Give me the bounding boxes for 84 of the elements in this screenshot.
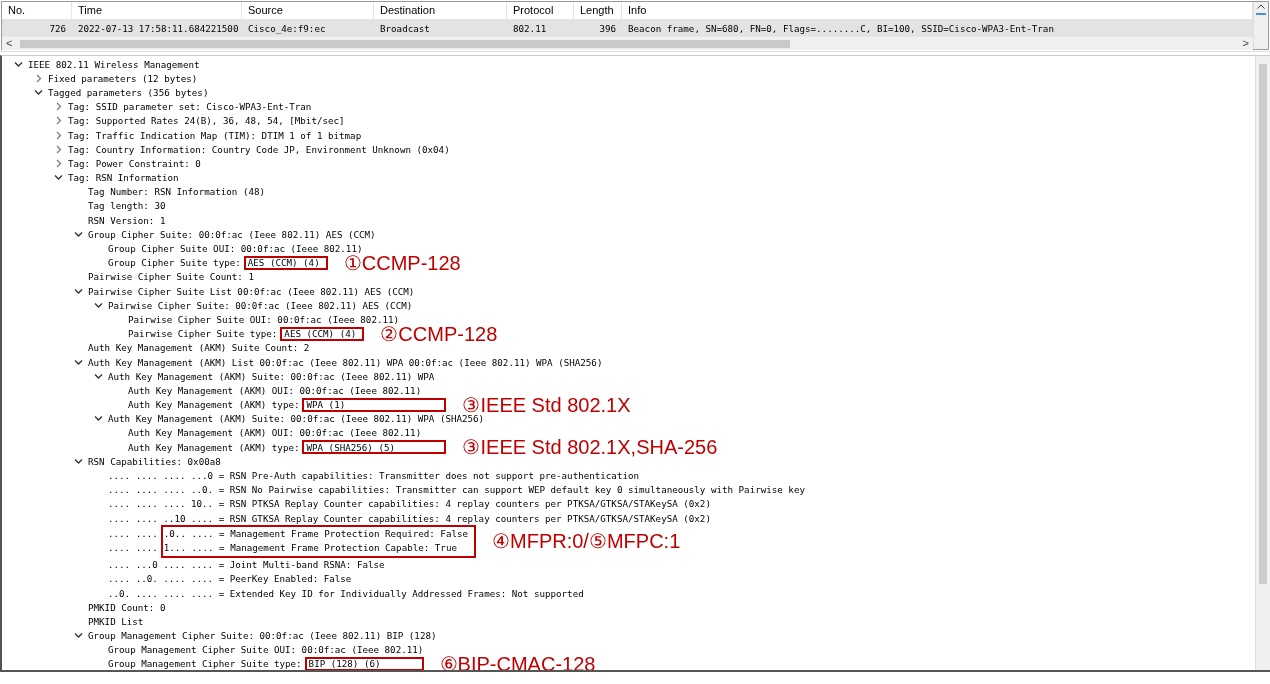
chevron-down-icon[interactable] [33,87,43,97]
table-cell-text: Cisco_4e:f9:ec [247,22,327,34]
tree-item[interactable]: .... ..0. .... .... = PeerKey Enabled: False [108,573,352,585]
table-cell-text: 726 [48,22,67,34]
tree-item[interactable]: .... .... ..10 .... = RSN GTKSA Replay Counter capabilities: 4 replay counters per PTKSA/GTKSA/STAKeySA (0x2) [108,512,711,524]
tree-item[interactable]: Pairwise Cipher Suite type: [128,328,278,340]
tree-item: .... .... [108,527,158,542]
packet-row[interactable]: 726 2022-07-13 17:58:11.684221500 Cisco_4e:f9:ec Broadcast 802.11 396 Beacon frame, SN=680, FN=0, Flags=........C, BI=100, SSID=Cisco-WPA3-Ent-Tran [2,20,1253,36]
scroll-left-button[interactable]: < [2,37,17,50]
column-header[interactable]: Length [574,2,622,19]
table-cell-text: Beacon frame, SN=680, FN=0, Flags=........C, BI=100, SSID=Cisco-WPA3-Ent-Tran [627,22,1055,34]
tree-item: .... .... [108,541,158,556]
scrollbar-thumb[interactable] [1259,64,1267,584]
tree-item[interactable]: Auth Key Management (AKM) Suite: 00:0f:ac (Ieee 802.11) WPA (SHA256) [108,413,485,425]
tree-item[interactable]: IEEE 802.11 Wireless Management [28,58,200,70]
tree-item[interactable]: Tag Number: RSN Information (48) [88,186,265,198]
tree-item[interactable]: Tag: Supported Rates 24(B), 36, 48, 54, [Mbit/sec] [68,115,345,127]
tree-item[interactable]: Fixed parameters (12 bytes) [48,72,198,84]
tree-item[interactable]: RSN Version: 1 [88,214,166,226]
tree-item[interactable]: Tag length: 30 [88,200,166,212]
annotation-label: ③IEEE Std 802.1X [462,393,631,416]
scrollbar-thumb[interactable] [20,40,791,48]
tree-item[interactable]: .... .... .... ..0. = RSN No Pairwise capabilities: Transmitter can support WEP default key 0 simultaneously with Pairwise key [108,484,805,496]
table-cell-text: 802.11 [512,22,548,34]
tree-item[interactable]: Tag: Power Constraint: 0 [68,157,201,169]
tree-item[interactable]: Tag: SSID parameter set: Cisco-WPA3-Ent-Tran [68,101,312,113]
chevron-down-icon[interactable] [73,456,83,466]
tree-item[interactable]: Pairwise Cipher Suite: 00:0f:ac (Ieee 802.11) AES (CCM) [108,299,413,311]
highlighted-value: AES (CCM) (4) [243,255,328,270]
tree-item[interactable]: .... .... .... 10.. = RSN PTKSA Replay Counter capabilities: 4 replay counters per PTKSA/GTKSA/STAKeySA (0x2) [108,498,711,510]
tree-item[interactable]: Auth Key Management (AKM) type: [128,399,300,411]
table-cell-text: Broadcast [379,22,431,34]
tree-item[interactable]: Tagged parameters (356 bytes) [48,86,209,98]
tree-item[interactable]: PMKID Count: 0 [88,601,166,613]
chevron-down-icon[interactable] [73,357,83,367]
vertical-scrollbar[interactable] [1253,2,1268,49]
annotation-label: ④MFPR:0/⑤MFPC:1 [492,530,681,553]
column-header[interactable]: Protocol [507,2,574,19]
tree-item[interactable]: .... ...0 .... .... = Joint Multi-band RSNA: False [108,559,385,571]
tree-item[interactable]: Group Management Cipher Suite: 00:0f:ac (Ieee 802.11) BIP (128) [88,630,437,642]
highlighted-value: BIP (128) (6) [304,656,424,670]
tree-item[interactable]: Tag: Country Information: Country Code JP, Environment Unknown (0x04) [68,143,450,155]
tree-item[interactable]: ..0. .... .... .... = Extended Key ID for Individually Addressed Frames: Not supported [108,587,584,599]
highlighted-value: WPA (SHA256) (5) [302,440,447,455]
tree-item[interactable]: Auth Key Management (AKM) List 00:0f:ac (Ieee 802.11) WPA 00:0f:ac (Ieee 802.11) WPA (SHA256) [88,356,603,368]
column-header[interactable]: No. [2,2,72,19]
highlighted-value: AES (CCM) (4) [280,326,365,341]
tree-item: .0.. .... = Management Frame Protection Required: False [163,527,469,542]
chevron-down-icon[interactable] [73,229,83,239]
tree-item[interactable]: Group Management Cipher Suite OUI: 00:0f:ac (Ieee 802.11) [108,644,424,656]
tree-item[interactable]: Pairwise Cipher Suite OUI: 00:0f:ac (Ieee 802.11) [128,313,400,325]
tree-item[interactable]: Group Cipher Suite: 00:0f:ac (Ieee 802.11) AES (CCM) [88,228,376,240]
tree-item[interactable]: Tag: Traffic Indication Map (TIM): DTIM 1 of 1 bitmap [68,129,362,141]
tree-item[interactable]: Auth Key Management (AKM) OUI: 00:0f:ac (Ieee 802.11) [128,384,422,396]
table-cell-text: 396 [598,22,617,34]
tree-item[interactable]: RSN Capabilities: 0x00a8 [88,455,221,467]
chevron-down-icon[interactable] [93,300,103,310]
tree-item[interactable]: Auth Key Management (AKM) type: [128,441,300,453]
tree-item[interactable]: .... .... .... ...0 = RSN Pre-Auth capabilities: Transmitter does not support pre-authentication [108,470,639,482]
tree-item[interactable]: Auth Key Management (AKM) Suite Count: 2 [88,342,310,354]
column-header[interactable]: Time [72,2,242,19]
scroll-right-button[interactable]: > [1238,37,1253,50]
tree-item[interactable]: Group Management Cipher Suite type: [108,658,302,670]
tree-item[interactable]: Tag: RSN Information [68,172,179,184]
tree-item[interactable]: Group Cipher Suite type: [108,257,241,269]
tree-item[interactable]: Group Cipher Suite OUI: 00:0f:ac (Ieee 802.11) [108,243,363,255]
tree-item[interactable]: PMKID List [88,615,144,627]
chevron-down-icon[interactable] [53,173,63,183]
scroll-up-icon[interactable] [1257,4,1265,9]
tree-item[interactable]: Pairwise Cipher Suite Count: 1 [88,271,254,283]
chevron-down-icon[interactable] [13,59,23,69]
column-header[interactable]: Source [242,2,374,19]
chevron-down-icon[interactable] [93,371,103,381]
tree-item[interactable]: Pairwise Cipher Suite List 00:0f:ac (Ieee 802.11) AES (CCM) [88,285,415,297]
table-cell-text: 2022-07-13 17:58:11.684221500 [77,22,240,34]
chevron-down-icon[interactable] [93,414,103,424]
chevron-down-icon[interactable] [73,286,83,296]
annotation-label: ③IEEE Std 802.1X,SHA-256 [462,436,718,459]
tree-item: 1... .... = Management Frame Protection Capable: True [163,541,458,556]
chevron-down-icon[interactable] [73,631,83,641]
tree-item[interactable]: Auth Key Management (AKM) Suite: 00:0f:ac (Ieee 802.11) WPA [108,370,435,382]
highlighted-value: WPA (1) [302,397,447,412]
column-header[interactable]: Destination [374,2,507,19]
tree-item[interactable]: Auth Key Management (AKM) OUI: 00:0f:ac (Ieee 802.11) [128,427,422,439]
